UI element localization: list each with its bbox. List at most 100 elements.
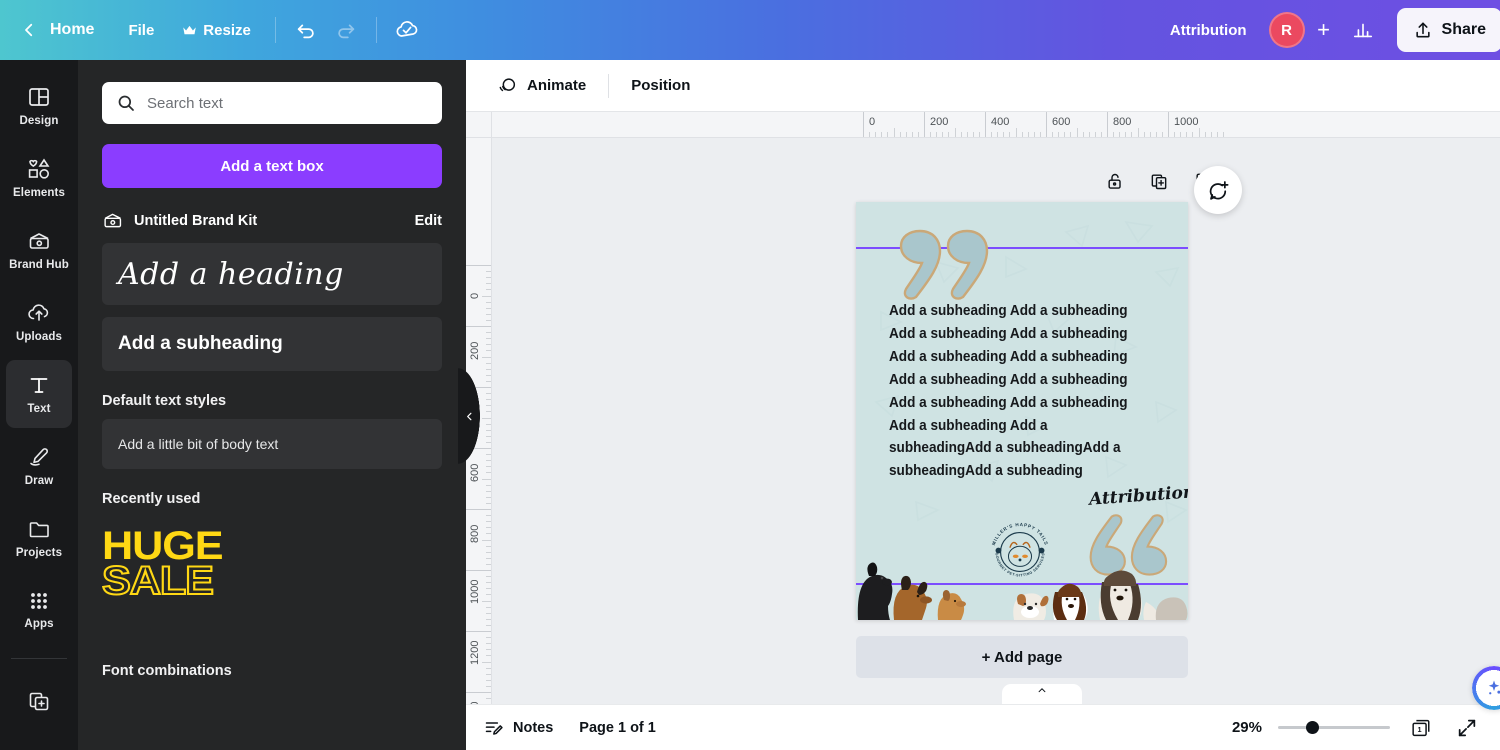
sidebar-item-apps[interactable]: Apps [6,576,72,644]
fullscreen-button[interactable] [1452,713,1482,743]
notes-label: Notes [513,720,553,736]
sidebar-item-projects[interactable]: Projects [6,504,72,572]
notes-button[interactable]: Notes [484,718,553,738]
brand-kit-edit-button[interactable]: Edit [415,213,442,229]
recent-item-huge-sale[interactable]: HUGE SALE [102,529,237,599]
upload-share-icon [1413,20,1433,40]
ruler-v-minor [486,521,491,522]
sidebar-label-uploads: Uploads [16,331,62,343]
ruler-v-minor [482,357,491,358]
duplicate-page-button[interactable] [1144,166,1174,196]
duplicate-page-icon [1149,171,1169,191]
add-heading-style[interactable]: Add a heading [102,243,442,305]
sidebar-item-text[interactable]: Text [6,360,72,428]
share-label: Share [1442,21,1486,39]
ruler-v-label: 1200 [469,641,481,665]
avatar[interactable]: R [1269,12,1305,48]
cloud-save-button[interactable] [387,10,427,50]
add-text-box-button[interactable]: Add a text box [102,144,442,188]
sidebar-label-projects: Projects [16,547,62,559]
search-input[interactable] [147,95,428,112]
pages-view-button[interactable]: 1 [1406,713,1436,743]
dogs-photo-row[interactable] [856,542,1188,620]
ruler-h-minor [906,132,907,137]
redo-arrow-icon [335,19,357,41]
body-text-style[interactable]: Add a little bit of body text [102,419,442,469]
ruler-v-minor [486,607,491,608]
ruler-h-label: 1000 [1174,116,1198,128]
attribution-button[interactable]: Attribution [1156,22,1261,39]
ruler-h-minor [1022,132,1023,137]
design-page[interactable]: Add a subheading Add a subheading Add a … [856,202,1188,620]
ruler-v-minor [486,552,491,553]
horizontal-ruler[interactable]: 02004006008001000 [492,112,1500,138]
ruler-h-label: 0 [869,116,875,128]
design-layout-icon [27,85,51,109]
design-body-text[interactable]: Add a subheading Add a subheading Add a … [889,300,1144,483]
lock-page-button[interactable] [1100,166,1130,196]
ruler-h-tick [1046,112,1047,138]
ruler-h-minor [942,132,943,137]
top-bar-right-group: Attribution R + Share [1156,0,1500,60]
zoom-percentage[interactable]: 29% [1232,719,1262,736]
ruler-h-minor [1144,132,1145,137]
ruler-h-minor [887,132,888,137]
position-button[interactable]: Position [619,70,702,101]
back-button[interactable] [14,15,44,45]
animate-button[interactable]: Animate [484,68,598,104]
ruler-h-minor [1186,132,1187,137]
ruler-h-minor [961,132,962,137]
top-bar-left-group: Home File Resize [0,0,427,60]
redo-button[interactable] [326,10,366,50]
add-subheading-label: Add a subheading [118,333,283,355]
pages-count: 1 [1418,725,1422,734]
add-page-button[interactable]: + Add page [856,636,1188,678]
sidebar-item-elements[interactable]: Elements [6,144,72,212]
file-menu-item[interactable]: File [114,12,168,48]
collapse-panel-button[interactable] [458,368,480,464]
ruler-h-minor [1138,128,1139,137]
ruler-h-minor [1125,132,1126,137]
sidebar-item-design[interactable]: Design [6,72,72,140]
home-menu-item[interactable]: Home [44,12,114,48]
ruler-h-minor [955,128,956,137]
grid-dots-icon [28,590,50,612]
zoom-slider[interactable] [1278,720,1390,736]
ruler-v-minor [486,283,491,284]
ruler-v-minor [482,418,491,419]
dog-aussie [1099,570,1160,620]
ruler-v-minor [486,698,491,699]
recently-used-heading: Recently used [102,491,442,507]
add-comment-button[interactable] [1194,166,1242,214]
search-box[interactable] [102,82,442,124]
undo-button[interactable] [286,10,326,50]
ruler-v-minor [486,668,491,669]
ruler-v-tick [466,509,492,510]
resize-menu-item[interactable]: Resize [168,12,265,48]
add-subheading-style[interactable]: Add a subheading [102,317,442,371]
sidebar-item-uploads[interactable]: Uploads [6,288,72,356]
canvas-scroll-area[interactable]: Add a subheading Add a subheading Add a … [492,138,1500,704]
ruler-h-minor [1034,132,1035,137]
brand-wallet-icon [27,229,52,253]
text-t-icon [27,373,51,397]
ruler-v-minor [486,497,491,498]
ruler-h-minor [1119,132,1120,137]
canva-editor-window: Home File Resize Attribution R + [0,0,1500,750]
notes-expand-tab[interactable] [1002,684,1082,704]
ruler-v-minor [486,314,491,315]
sidebar-item-brand-hub[interactable]: Brand Hub [6,216,72,284]
sidebar-item-more[interactable] [6,667,72,735]
ruler-h-minor [1058,132,1059,137]
ruler-v-minor [486,594,491,595]
sidebar-item-draw[interactable]: Draw [6,432,72,500]
chevron-up-icon [1035,685,1049,695]
zoom-slider-thumb[interactable] [1306,721,1319,734]
invite-members-button[interactable]: + [1307,13,1341,47]
ruler-v-minor [486,576,491,577]
ruler-v-minor [486,436,491,437]
analytics-button[interactable] [1343,10,1383,50]
ruler-v-minor [486,558,491,559]
ruler-v-label: 0 [469,293,481,299]
share-button[interactable]: Share [1397,8,1500,52]
